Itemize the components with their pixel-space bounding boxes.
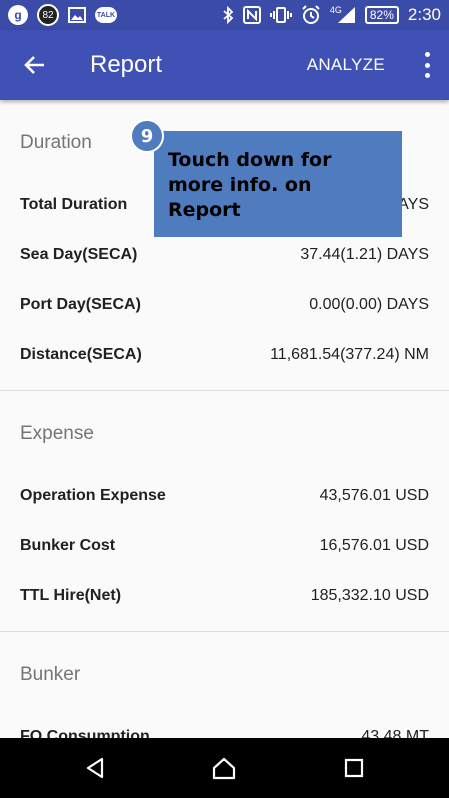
row-value: 37.44(1.21) DAYS [300, 246, 429, 263]
analyze-button[interactable]: ANALYZE [307, 30, 385, 100]
row-value: 16,576.01 USD [319, 537, 429, 554]
arrow-back-icon [24, 56, 44, 74]
row-label: TTL Hire(Net) [20, 587, 122, 604]
navigation-bar [0, 738, 449, 798]
section-title: Bunker [20, 664, 81, 685]
signal-icon: 4G [330, 5, 356, 24]
nav-home-button[interactable] [194, 738, 254, 798]
row-label: Bunker Cost [20, 537, 116, 554]
row-port-day: Port Day(SECA) 0.00(0.00) DAYS [0, 280, 449, 330]
row-label: Operation Expense [20, 487, 166, 504]
g-app-icon: g [8, 5, 28, 25]
row-value: 11,681.54(377.24) NM [270, 346, 429, 363]
row-bunker-cost: Bunker Cost 16,576.01 USD [0, 521, 449, 571]
back-button[interactable] [0, 30, 70, 100]
alarm-icon [301, 5, 321, 25]
page-title: Report [90, 51, 163, 78]
row-value: 43.48 MT [361, 728, 429, 738]
row-distance: Distance(SECA) 11,681.54(377.24) NM [0, 330, 449, 380]
vibrate-icon [269, 6, 292, 24]
notification-count-icon: 82 [37, 4, 59, 26]
coach-mark-tooltip[interactable]: Touch down for more info. on Report [154, 131, 402, 237]
row-ttl-hire: TTL Hire(Net) 185,332.10 USD [0, 571, 449, 621]
row-label: Distance(SECA) [20, 346, 142, 363]
nav-recents-button[interactable] [324, 738, 384, 798]
row-label: Total Duration [20, 196, 128, 213]
nfc-icon [242, 6, 261, 24]
section-expense: Expense Operation Expense 43,576.01 USD … [0, 391, 449, 632]
row-label: Sea Day(SECA) [20, 246, 138, 263]
battery-level: 82% [369, 8, 394, 22]
row-value: 43,576.01 USD [319, 487, 429, 504]
more-options-icon[interactable] [419, 52, 435, 78]
image-icon [68, 7, 86, 23]
talk-icon: TALK [95, 7, 117, 23]
app-bar: Report ANALYZE [0, 30, 449, 100]
row-sea-day: Sea Day(SECA) 37.44(1.21) DAYS [0, 230, 449, 280]
clock: 2:30 [407, 5, 441, 24]
nav-home-icon [213, 757, 236, 780]
row-value: 0.00(0.00) DAYS [309, 296, 429, 313]
row-operation-expense: Operation Expense 43,576.01 USD [0, 471, 449, 521]
coach-mark-step-badge: 9 [130, 119, 164, 153]
section-bunker: Bunker FO Consumption 43.48 MT [0, 632, 449, 738]
battery-icon: 82% [364, 6, 399, 24]
row-label: FO Consumption [20, 728, 150, 738]
notification-count: 82 [39, 6, 57, 24]
status-bar: g 82 TALK 4G 82% 2:30 [0, 0, 449, 30]
nav-back-button[interactable] [65, 738, 125, 798]
section-title: Expense [20, 423, 94, 444]
nav-back-icon [86, 757, 103, 779]
nav-recents-icon [345, 758, 364, 778]
row-value: 185,332.10 USD [310, 587, 429, 604]
row-label: Port Day(SECA) [20, 296, 141, 313]
bluetooth-icon [222, 6, 234, 24]
row-fo-consumption: FO Consumption 43.48 MT [0, 712, 449, 738]
